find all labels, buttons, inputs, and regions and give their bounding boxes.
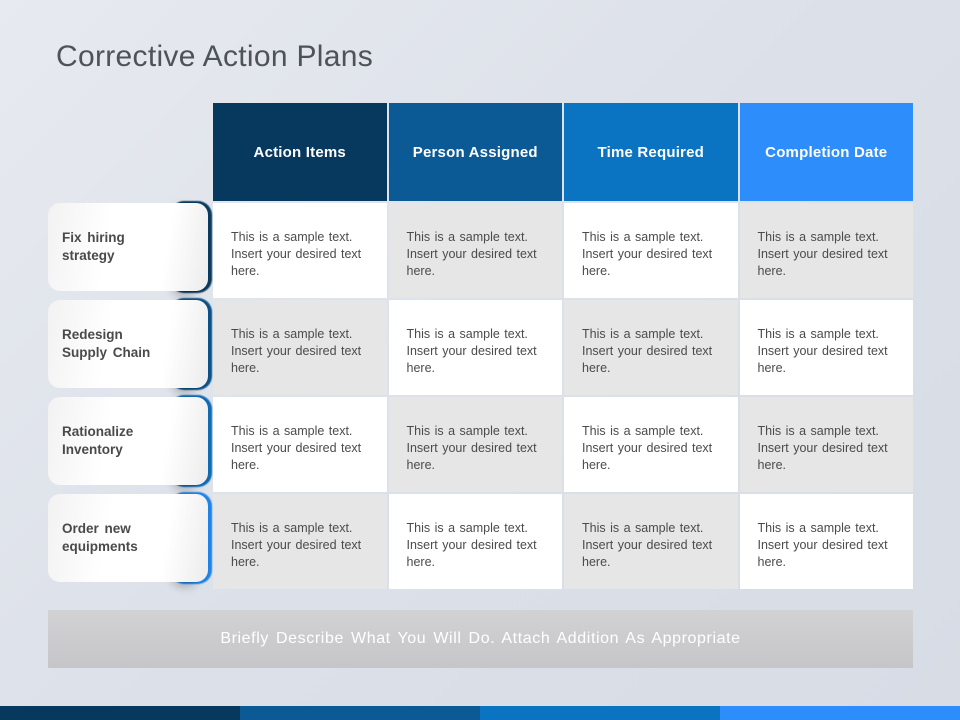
- table-cell[interactable]: This is a sample text. Insert your desir…: [739, 397, 913, 492]
- accent-strip-segment: [480, 706, 720, 720]
- footer-banner-text: Briefly Describe What You Will Do. Attac…: [220, 630, 741, 647]
- accent-strip-segment: [240, 706, 480, 720]
- table-cell[interactable]: This is a sample text. Insert your desir…: [564, 203, 738, 298]
- table-cell[interactable]: This is a sample text. Insert your desir…: [388, 203, 562, 298]
- table-cell[interactable]: This is a sample text. Insert your desir…: [213, 203, 387, 298]
- slide-canvas: Corrective Action Plans Action Items Pers…: [0, 0, 960, 720]
- table-cell[interactable]: This is a sample text. Insert your desir…: [564, 494, 738, 589]
- table-cell[interactable]: This is a sample text. Insert your desir…: [564, 397, 738, 492]
- table-row: This is a sample text. Insert your desir…: [213, 494, 913, 589]
- table-header-cell: Time Required: [564, 103, 738, 201]
- page-title: Corrective Action Plans: [56, 40, 374, 73]
- row-label-text: Redesign Supply Chain: [62, 326, 151, 360]
- table-cell[interactable]: This is a sample text. Insert your desir…: [388, 494, 562, 589]
- table-cell[interactable]: This is a sample text. Insert your desir…: [739, 300, 913, 395]
- table-body: This is a sample text. Insert your desir…: [213, 203, 913, 589]
- table-header-row: Action Items Person Assigned Time Required…: [213, 103, 913, 201]
- accent-strip-segment: [720, 706, 960, 720]
- table-row: This is a sample text. Insert your desir…: [213, 397, 913, 492]
- table-row: This is a sample text. Insert your desir…: [213, 300, 913, 395]
- table-cell[interactable]: This is a sample text. Insert your desir…: [564, 300, 738, 395]
- table-header-cell: Completion Date: [739, 103, 913, 201]
- table-header-cell: Action Items: [213, 103, 387, 201]
- row-label-text: Order new equipments: [62, 520, 138, 554]
- row-label-card[interactable]: Fix hiring strategy: [48, 203, 208, 291]
- row-label-card[interactable]: Redesign Supply Chain: [48, 300, 208, 388]
- table-cell[interactable]: This is a sample text. Insert your desir…: [739, 494, 913, 589]
- row-label-text: Fix hiring strategy: [62, 229, 125, 263]
- table-cell[interactable]: This is a sample text. Insert your desir…: [388, 397, 562, 492]
- table-cell[interactable]: This is a sample text. Insert your desir…: [388, 300, 562, 395]
- bottom-accent-strip: [0, 706, 960, 720]
- table-cell[interactable]: This is a sample text. Insert your desir…: [213, 300, 387, 395]
- table-cell[interactable]: This is a sample text. Insert your desir…: [213, 494, 387, 589]
- row-label-text: Rationalize Inventory: [62, 423, 134, 457]
- table-cell[interactable]: This is a sample text. Insert your desir…: [739, 203, 913, 298]
- accent-strip-segment: [0, 706, 240, 720]
- row-label-card[interactable]: Rationalize Inventory: [48, 397, 208, 485]
- footer-banner: Briefly Describe What You Will Do. Attac…: [48, 610, 913, 668]
- row-label-card[interactable]: Order new equipments: [48, 494, 208, 582]
- table-header-cell: Person Assigned: [388, 103, 562, 201]
- table-cell[interactable]: This is a sample text. Insert your desir…: [213, 397, 387, 492]
- table-row: This is a sample text. Insert your desir…: [213, 203, 913, 298]
